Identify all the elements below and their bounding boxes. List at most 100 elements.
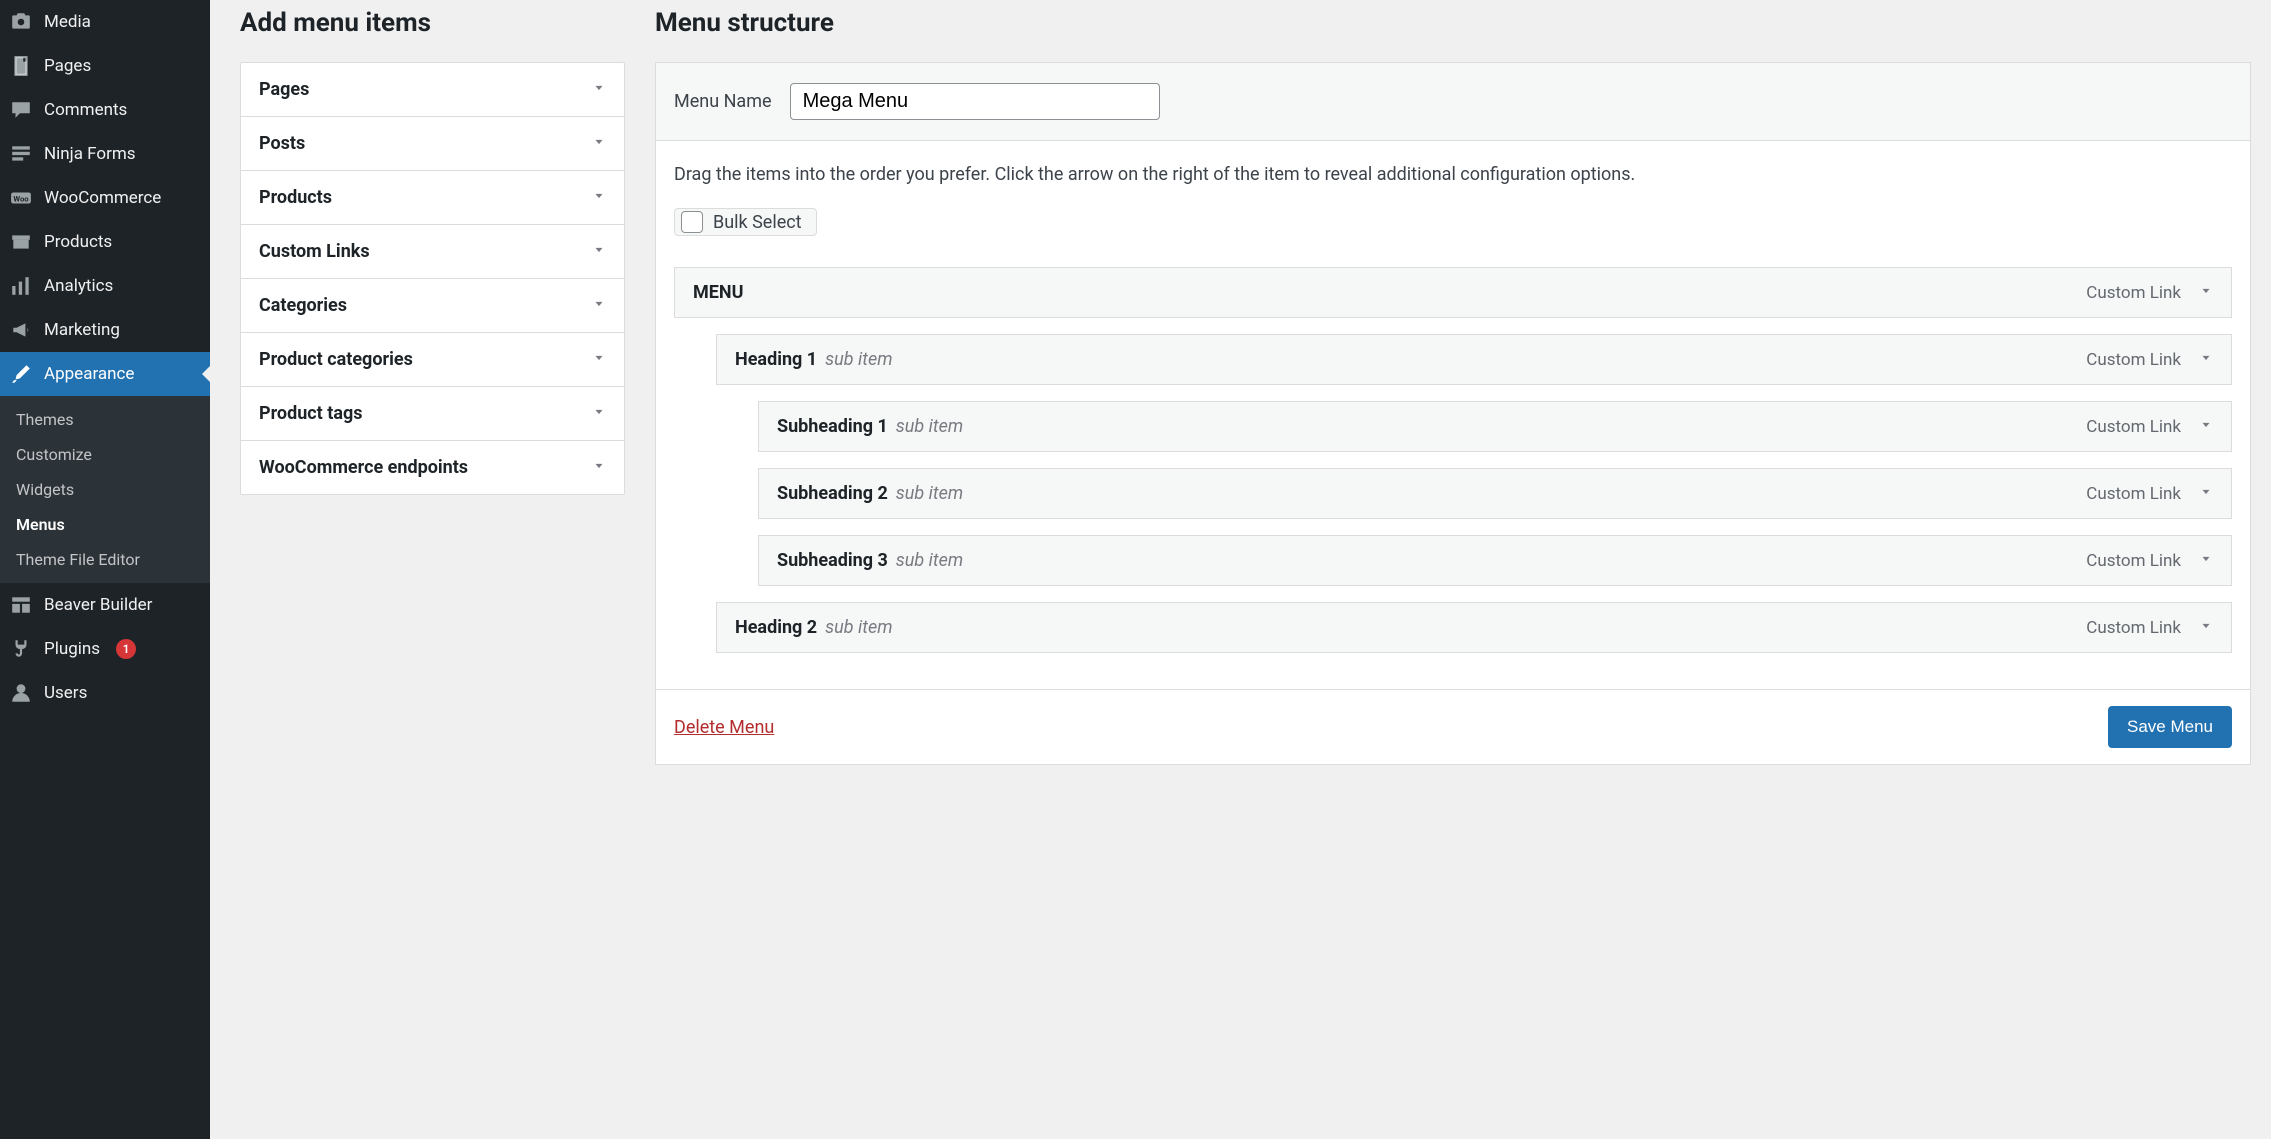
sidebar-item-ninja-forms[interactable]: Ninja Forms bbox=[0, 132, 210, 176]
chevron-down-icon bbox=[592, 189, 606, 207]
add-menu-items-title: Add menu items bbox=[240, 8, 625, 38]
menu-name-input[interactable] bbox=[790, 83, 1160, 120]
sidebar-item-label: Products bbox=[44, 232, 112, 252]
sidebar-item-label: Users bbox=[44, 683, 87, 703]
sidebar-item-beaver-builder[interactable]: Beaver Builder bbox=[0, 583, 210, 627]
submenu-item-customize[interactable]: Customize bbox=[0, 437, 210, 472]
menu-item-title: Heading 1 bbox=[735, 349, 817, 370]
plug-icon bbox=[10, 638, 32, 660]
sub-item-tag: sub item bbox=[896, 483, 963, 504]
sidebar-item-analytics[interactable]: Analytics bbox=[0, 264, 210, 308]
bulk-select-toggle[interactable]: Bulk Select bbox=[674, 208, 817, 236]
accordion-item-product-tags[interactable]: Product tags bbox=[241, 386, 624, 440]
update-badge: 1 bbox=[116, 639, 136, 659]
layout-icon bbox=[10, 594, 32, 616]
chevron-down-icon bbox=[592, 243, 606, 261]
menu-structure-title: Menu structure bbox=[655, 8, 2251, 38]
accordion-item-categories[interactable]: Categories bbox=[241, 278, 624, 332]
menu-item-type: Custom Link bbox=[2086, 551, 2181, 571]
content-area: Add menu items Pages Posts Products Cust… bbox=[210, 0, 2271, 1139]
sidebar-item-label: Media bbox=[44, 12, 91, 32]
menu-item-subheading-3[interactable]: Subheading 3sub item Custom Link bbox=[758, 535, 2232, 586]
chevron-down-icon[interactable] bbox=[2199, 417, 2213, 437]
add-items-accordion: Pages Posts Products Custom Links Catego… bbox=[240, 62, 625, 495]
chevron-down-icon[interactable] bbox=[2199, 350, 2213, 370]
accordion-label: Pages bbox=[259, 79, 309, 100]
chart-bar-icon bbox=[10, 275, 32, 297]
comments-icon bbox=[10, 99, 32, 121]
menu-item-type: Custom Link bbox=[2086, 417, 2181, 437]
accordion-item-posts[interactable]: Posts bbox=[241, 116, 624, 170]
chevron-down-icon[interactable] bbox=[2199, 283, 2213, 303]
camera-icon bbox=[10, 11, 32, 33]
sidebar-item-marketing[interactable]: Marketing bbox=[0, 308, 210, 352]
chevron-down-icon[interactable] bbox=[2199, 484, 2213, 504]
chevron-down-icon bbox=[592, 459, 606, 477]
accordion-label: WooCommerce endpoints bbox=[259, 457, 468, 478]
delete-menu-link[interactable]: Delete Menu bbox=[674, 717, 774, 738]
chevron-down-icon[interactable] bbox=[2199, 618, 2213, 638]
submenu-item-themes[interactable]: Themes bbox=[0, 402, 210, 437]
sidebar-item-label: Pages bbox=[44, 56, 91, 76]
menu-item-subheading-2[interactable]: Subheading 2sub item Custom Link bbox=[758, 468, 2232, 519]
accordion-label: Product categories bbox=[259, 349, 413, 370]
sidebar-item-label: Beaver Builder bbox=[44, 595, 152, 615]
sidebar-item-media[interactable]: Media bbox=[0, 0, 210, 44]
menu-item-title: MENU bbox=[693, 282, 743, 303]
menu-item-heading-1[interactable]: Heading 1sub item Custom Link bbox=[716, 334, 2232, 385]
add-menu-items-column: Add menu items Pages Posts Products Cust… bbox=[240, 0, 625, 1139]
sidebar-item-products[interactable]: Products bbox=[0, 220, 210, 264]
accordion-item-product-categories[interactable]: Product categories bbox=[241, 332, 624, 386]
sidebar-item-label: Analytics bbox=[44, 276, 113, 296]
sidebar-item-plugins[interactable]: Plugins 1 bbox=[0, 627, 210, 671]
svg-text:Woo: Woo bbox=[13, 194, 29, 203]
sidebar-item-label: Marketing bbox=[44, 320, 120, 340]
sidebar-item-comments[interactable]: Comments bbox=[0, 88, 210, 132]
menu-item-title: Subheading 3 bbox=[777, 550, 888, 571]
accordion-item-pages[interactable]: Pages bbox=[241, 63, 624, 116]
accordion-item-woocommerce-endpoints[interactable]: WooCommerce endpoints bbox=[241, 440, 624, 494]
accordion-item-custom-links[interactable]: Custom Links bbox=[241, 224, 624, 278]
chevron-down-icon[interactable] bbox=[2199, 551, 2213, 571]
sidebar-item-users[interactable]: Users bbox=[0, 671, 210, 715]
submenu-item-theme-file-editor[interactable]: Theme File Editor bbox=[0, 542, 210, 577]
menu-item-type: Custom Link bbox=[2086, 350, 2181, 370]
sidebar-item-label: Ninja Forms bbox=[44, 144, 136, 164]
sidebar-item-label: Appearance bbox=[44, 364, 134, 384]
submenu-item-menus[interactable]: Menus bbox=[0, 507, 210, 542]
menu-item-heading-2[interactable]: Heading 2sub item Custom Link bbox=[716, 602, 2232, 653]
archive-icon bbox=[10, 231, 32, 253]
accordion-item-products[interactable]: Products bbox=[241, 170, 624, 224]
menu-name-label: Menu Name bbox=[674, 91, 772, 112]
sidebar-item-pages[interactable]: Pages bbox=[0, 44, 210, 88]
menu-item-title: Heading 2 bbox=[735, 617, 817, 638]
chevron-down-icon bbox=[592, 351, 606, 369]
panel-header: Menu Name bbox=[656, 63, 2250, 141]
accordion-label: Categories bbox=[259, 295, 347, 316]
chevron-down-icon bbox=[592, 297, 606, 315]
megaphone-icon bbox=[10, 319, 32, 341]
accordion-label: Custom Links bbox=[259, 241, 370, 262]
submenu-item-widgets[interactable]: Widgets bbox=[0, 472, 210, 507]
sidebar-item-appearance[interactable]: Appearance bbox=[0, 352, 210, 396]
panel-body: Drag the items into the order you prefer… bbox=[656, 141, 2250, 689]
woocommerce-icon: Woo bbox=[10, 187, 32, 209]
save-menu-button[interactable]: Save Menu bbox=[2108, 706, 2232, 748]
bulk-select-label: Bulk Select bbox=[713, 212, 802, 233]
menu-structure-column: Menu structure Menu Name Drag the items … bbox=[655, 0, 2251, 1139]
checkbox-icon[interactable] bbox=[681, 211, 703, 233]
accordion-label: Product tags bbox=[259, 403, 363, 424]
menu-item-menu[interactable]: MENU Custom Link bbox=[674, 267, 2232, 318]
accordion-label: Posts bbox=[259, 133, 305, 154]
chevron-down-icon bbox=[592, 405, 606, 423]
menu-item-title: Subheading 2 bbox=[777, 483, 888, 504]
menu-structure-panel: Menu Name Drag the items into the order … bbox=[655, 62, 2251, 765]
appearance-submenu: Themes Customize Widgets Menus Theme Fil… bbox=[0, 396, 210, 583]
menu-item-type: Custom Link bbox=[2086, 618, 2181, 638]
user-icon bbox=[10, 682, 32, 704]
menu-item-subheading-1[interactable]: Subheading 1sub item Custom Link bbox=[758, 401, 2232, 452]
sidebar-item-woocommerce[interactable]: Woo WooCommerce bbox=[0, 176, 210, 220]
help-text: Drag the items into the order you prefer… bbox=[674, 161, 2232, 188]
sidebar-item-label: Comments bbox=[44, 100, 127, 120]
pages-icon bbox=[10, 55, 32, 77]
